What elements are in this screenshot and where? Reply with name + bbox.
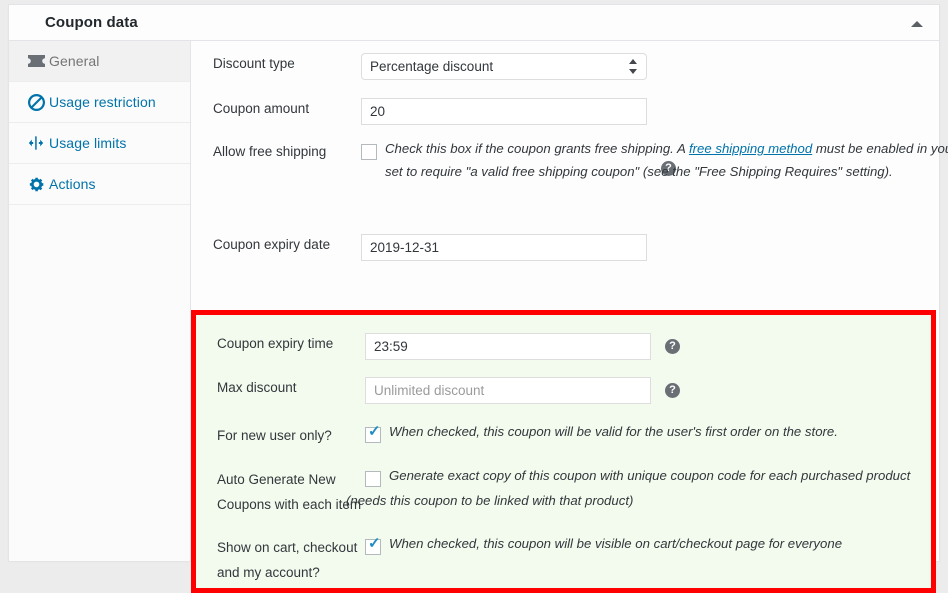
coupon-expiry-time-input[interactable] <box>365 333 651 360</box>
help-icon[interactable]: ? <box>665 339 680 354</box>
sidebar-item-label: Usage restriction <box>49 94 156 110</box>
sidebar-item-label: Actions <box>49 176 96 192</box>
field-allow-free-shipping: Allow free shipping Check this box if th… <box>192 141 948 211</box>
discount-type-label: Discount type <box>213 56 295 71</box>
auto-generate-description-line2: (needs this coupon to be linked with tha… <box>346 493 634 508</box>
show-on-cart-checkbox[interactable]: ✓ <box>365 535 381 555</box>
allow-free-shipping-checkbox[interactable] <box>361 144 377 160</box>
allow-free-shipping-description: Check this box if the coupon grants free… <box>385 137 948 183</box>
field-coupon-amount: Coupon amount ? <box>192 98 939 176</box>
sidebar-item-label: General <box>49 53 100 69</box>
field-coupon-expiry-time: Coupon expiry time ? <box>196 333 931 363</box>
coupon-amount-input[interactable] <box>361 98 647 125</box>
auto-generate-checkbox[interactable] <box>365 471 381 487</box>
coupon-expiry-date-input[interactable] <box>361 234 647 261</box>
max-discount-input[interactable] <box>365 377 651 404</box>
for-new-user-only-checkbox[interactable]: ✓ <box>365 423 381 443</box>
coupon-data-panel: Coupon data General Usage restriction Us… <box>8 4 948 593</box>
panel-body: General Usage restriction Usage limits A… <box>9 41 948 593</box>
show-on-cart-label-line2: and my account? <box>217 565 320 580</box>
help-icon[interactable]: ? <box>665 383 680 398</box>
show-on-cart-label-line1: Show on cart, checkout <box>217 540 358 555</box>
for-new-user-only-description: When checked, this coupon will be valid … <box>389 424 838 439</box>
panel-header: Coupon data <box>9 5 939 41</box>
for-new-user-only-label: For new user only? <box>217 428 332 443</box>
coupon-amount-label: Coupon amount <box>213 101 310 116</box>
triangle-up-glyph <box>911 21 923 27</box>
coupon-data-tabs: General Usage restriction Usage limits A… <box>9 41 191 561</box>
auto-generate-description-line1: Generate exact copy of this coupon with … <box>389 468 911 483</box>
field-max-discount: Max discount ? <box>196 377 931 407</box>
limits-icon <box>25 123 47 163</box>
allow-free-shipping-label: Allow free shipping <box>213 144 327 159</box>
coupon-expiry-time-label: Coupon expiry time <box>217 336 334 351</box>
max-discount-label: Max discount <box>217 380 297 395</box>
gear-icon <box>25 164 47 204</box>
sidebar-item-general[interactable]: General <box>9 41 190 82</box>
sidebar-item-label: Usage limits <box>49 135 127 151</box>
sidebar-item-usage-restriction[interactable]: Usage restriction <box>9 82 190 123</box>
field-for-new-user-only: For new user only? ✓ When checked, this … <box>196 423 931 455</box>
sidebar-item-usage-limits[interactable]: Usage limits <box>9 123 190 164</box>
free-shipping-method-link[interactable]: free shipping method <box>689 141 812 156</box>
ticket-icon <box>25 41 47 81</box>
auto-generate-label-line1: Auto Generate New <box>217 472 336 487</box>
sidebar-item-actions[interactable]: Actions <box>9 164 190 205</box>
page-title: Coupon data <box>45 14 138 31</box>
discount-type-select[interactable]: Percentage discount <box>361 53 647 80</box>
field-discount-type: Discount type Percentage discount <box>192 53 939 83</box>
field-coupon-expiry-date: Coupon expiry date <box>192 234 939 264</box>
field-show-on-cart: Show on cart, checkout and my account? ✓… <box>196 535 931 592</box>
free-shipping-desc-part1: Check this box if the coupon grants free… <box>385 141 689 156</box>
field-auto-generate-coupons: Auto Generate New Coupons with each item… <box>196 468 931 524</box>
prohibited-icon <box>25 82 47 122</box>
triangle-up-icon[interactable] <box>907 17 927 31</box>
show-on-cart-description: When checked, this coupon will be visibl… <box>389 536 843 551</box>
checkmark-icon: ✓ <box>368 535 381 552</box>
checkmark-icon: ✓ <box>368 423 381 440</box>
coupon-expiry-date-label: Coupon expiry date <box>213 237 331 252</box>
highlighted-section: Coupon expiry time ? Max discount ? For … <box>191 310 936 593</box>
